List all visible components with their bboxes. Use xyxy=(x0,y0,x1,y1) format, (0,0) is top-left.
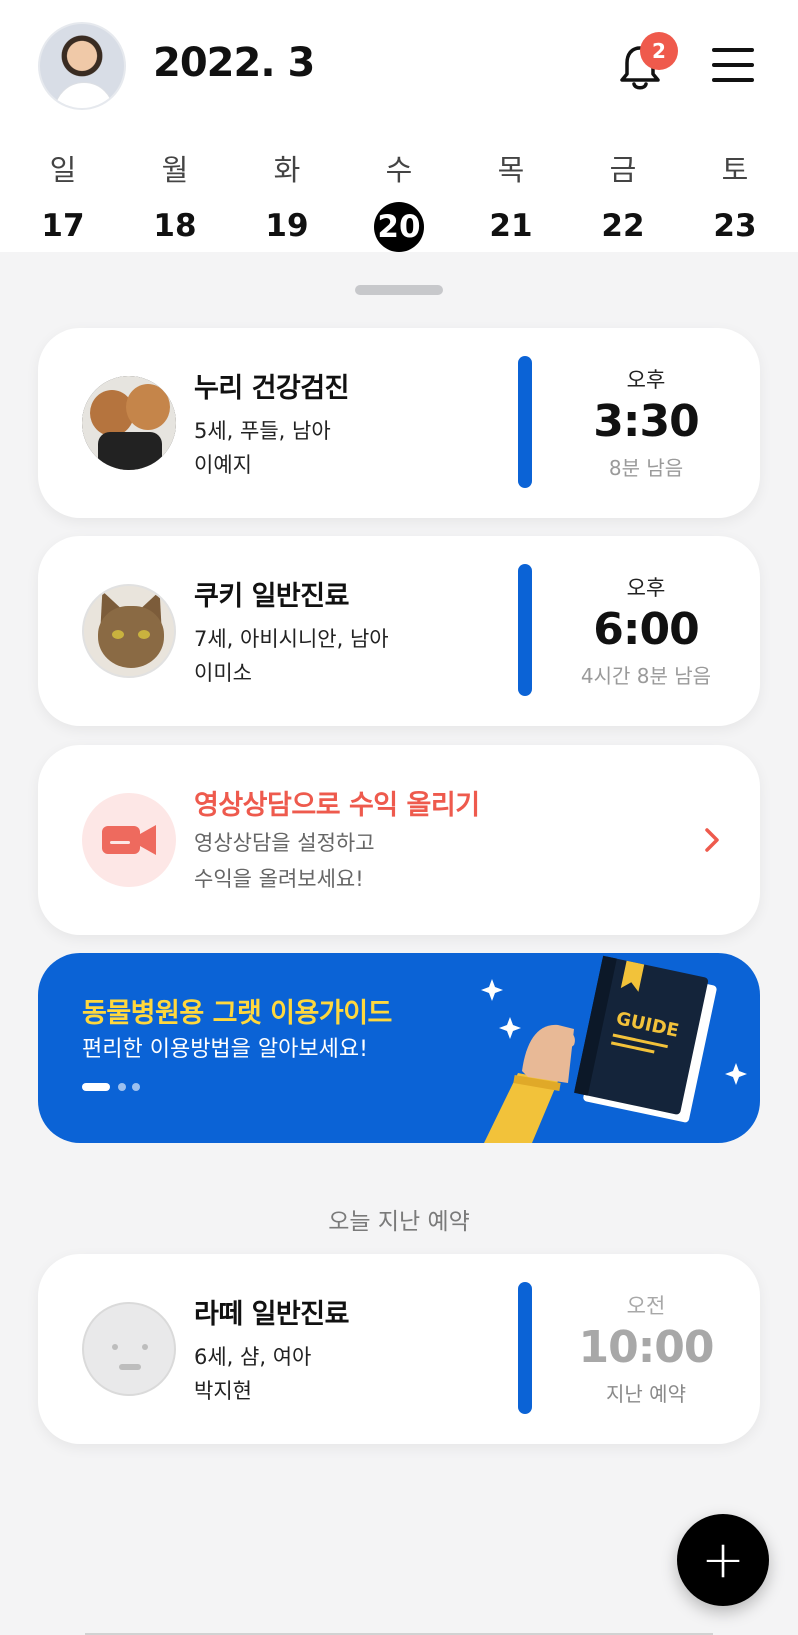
pet-photo-placeholder xyxy=(82,1302,176,1396)
day-of-week: 금 xyxy=(609,153,637,187)
month-title[interactable]: 2022. 3 xyxy=(153,40,315,86)
day-number: 22 xyxy=(601,208,645,244)
header-area: 2022. 3 2 일 17 월 18 화 19 수 20 목 21 금 22 … xyxy=(0,0,798,252)
day-number: 17 xyxy=(41,208,85,244)
hamburger-menu-icon[interactable] xyxy=(712,48,756,84)
appointment-details: 5세, 푸들, 남아 이예지 xyxy=(194,414,331,482)
appointment-card[interactable]: 쿠키 일반진료 7세, 아비시니안, 남아 이미소 오후 6:00 4시간 8분… xyxy=(38,536,760,726)
day-of-week: 토 xyxy=(721,153,749,187)
video-camera-icon xyxy=(82,793,176,887)
video-consult-promo-card[interactable]: 영상상담으로 수익 올리기 영상상담을 설정하고 수익을 올려보세요! xyxy=(38,745,760,935)
promo-description: 영상상담을 설정하고 수익을 올려보세요! xyxy=(194,825,375,897)
appointment-time: 3:30 xyxy=(593,396,699,447)
banner-title: 동물병원용 그랫 이용가이드 xyxy=(82,998,392,1029)
day-number: 21 xyxy=(489,208,533,244)
day-number: 19 xyxy=(265,208,309,244)
day-of-week: 월 xyxy=(161,153,189,187)
pet-photo-cat xyxy=(82,584,176,678)
promo-line: 수익을 올려보세요! xyxy=(194,867,364,891)
banner-subtitle: 편리한 이용방법을 알아보세요! xyxy=(82,1037,368,1062)
past-appointments-label: 오늘 지난 예약 xyxy=(328,1209,470,1235)
ampm-label: 오후 xyxy=(626,576,666,600)
chevron-right-icon[interactable] xyxy=(702,823,724,866)
add-appointment-button[interactable]: + xyxy=(677,1514,769,1606)
appointment-card[interactable]: 누리 건강검진 5세, 푸들, 남아 이예지 오후 3:30 8분 남음 xyxy=(38,328,760,518)
notification-badge: 2 xyxy=(640,32,678,70)
profile-avatar[interactable] xyxy=(38,22,126,110)
plus-icon: + xyxy=(701,1530,745,1590)
day-number: 23 xyxy=(713,208,757,244)
ampm-label: 오전 xyxy=(626,1294,666,1318)
status-bar xyxy=(518,564,532,696)
appointment-title: 라떼 일반진료 xyxy=(194,1299,349,1330)
day-wed-selected[interactable]: 수 20 xyxy=(343,150,455,252)
promo-line: 영상상담을 설정하고 xyxy=(194,831,375,855)
pet-info: 7세, 아비시니안, 남아 xyxy=(194,627,389,651)
day-mon[interactable]: 월 18 xyxy=(119,150,231,250)
day-tue[interactable]: 화 19 xyxy=(231,150,343,250)
day-of-week: 목 xyxy=(497,153,525,187)
appointment-status: 지난 예약 xyxy=(606,1382,686,1406)
ampm-label: 오후 xyxy=(626,368,666,392)
guide-book-illustration: GUIDE xyxy=(481,955,747,1143)
day-fri[interactable]: 금 22 xyxy=(567,150,679,250)
appointment-title: 누리 건강검진 xyxy=(194,373,349,404)
pet-info: 6세, 샴, 여아 xyxy=(194,1345,312,1369)
day-sun[interactable]: 일 17 xyxy=(7,150,119,250)
owner-name: 박지현 xyxy=(194,1379,252,1403)
time-remaining: 4시간 8분 남음 xyxy=(580,664,712,688)
promo-title: 영상상담으로 수익 올리기 xyxy=(194,790,480,821)
past-appointment-card[interactable]: 라떼 일반진료 6세, 샴, 여아 박지현 오전 10:00 지난 예약 xyxy=(38,1254,760,1444)
owner-name: 이미소 xyxy=(194,661,252,685)
day-thu[interactable]: 목 21 xyxy=(455,150,567,250)
day-number-selected: 20 xyxy=(343,202,455,252)
day-number: 18 xyxy=(153,208,197,244)
owner-name: 이예지 xyxy=(194,453,252,477)
appointment-time: 10:00 xyxy=(578,1322,714,1373)
app-screen: 2022. 3 2 일 17 월 18 화 19 수 20 목 21 금 22 … xyxy=(0,0,798,1635)
status-bar xyxy=(518,356,532,488)
appointment-details: 7세, 아비시니안, 남아 이미소 xyxy=(194,622,389,690)
status-bar xyxy=(518,1282,532,1414)
appointment-title: 쿠키 일반진료 xyxy=(194,581,349,612)
guide-banner[interactable]: 동물병원용 그랫 이용가이드 편리한 이용방법을 알아보세요! GUIDE xyxy=(38,953,760,1143)
pet-photo-poodles xyxy=(82,376,176,470)
sheet-drag-handle[interactable] xyxy=(355,285,443,295)
day-of-week: 일 xyxy=(49,153,77,187)
day-of-week: 수 xyxy=(385,153,413,187)
appointment-details: 6세, 샴, 여아 박지현 xyxy=(194,1340,311,1408)
appointment-time: 6:00 xyxy=(593,604,699,655)
pet-info: 5세, 푸들, 남아 xyxy=(194,419,331,443)
week-strip: 일 17 월 18 화 19 수 20 목 21 금 22 토 23 xyxy=(0,150,798,252)
time-remaining: 8분 남음 xyxy=(608,456,684,480)
day-of-week: 화 xyxy=(273,153,301,187)
day-sat[interactable]: 토 23 xyxy=(679,150,791,250)
